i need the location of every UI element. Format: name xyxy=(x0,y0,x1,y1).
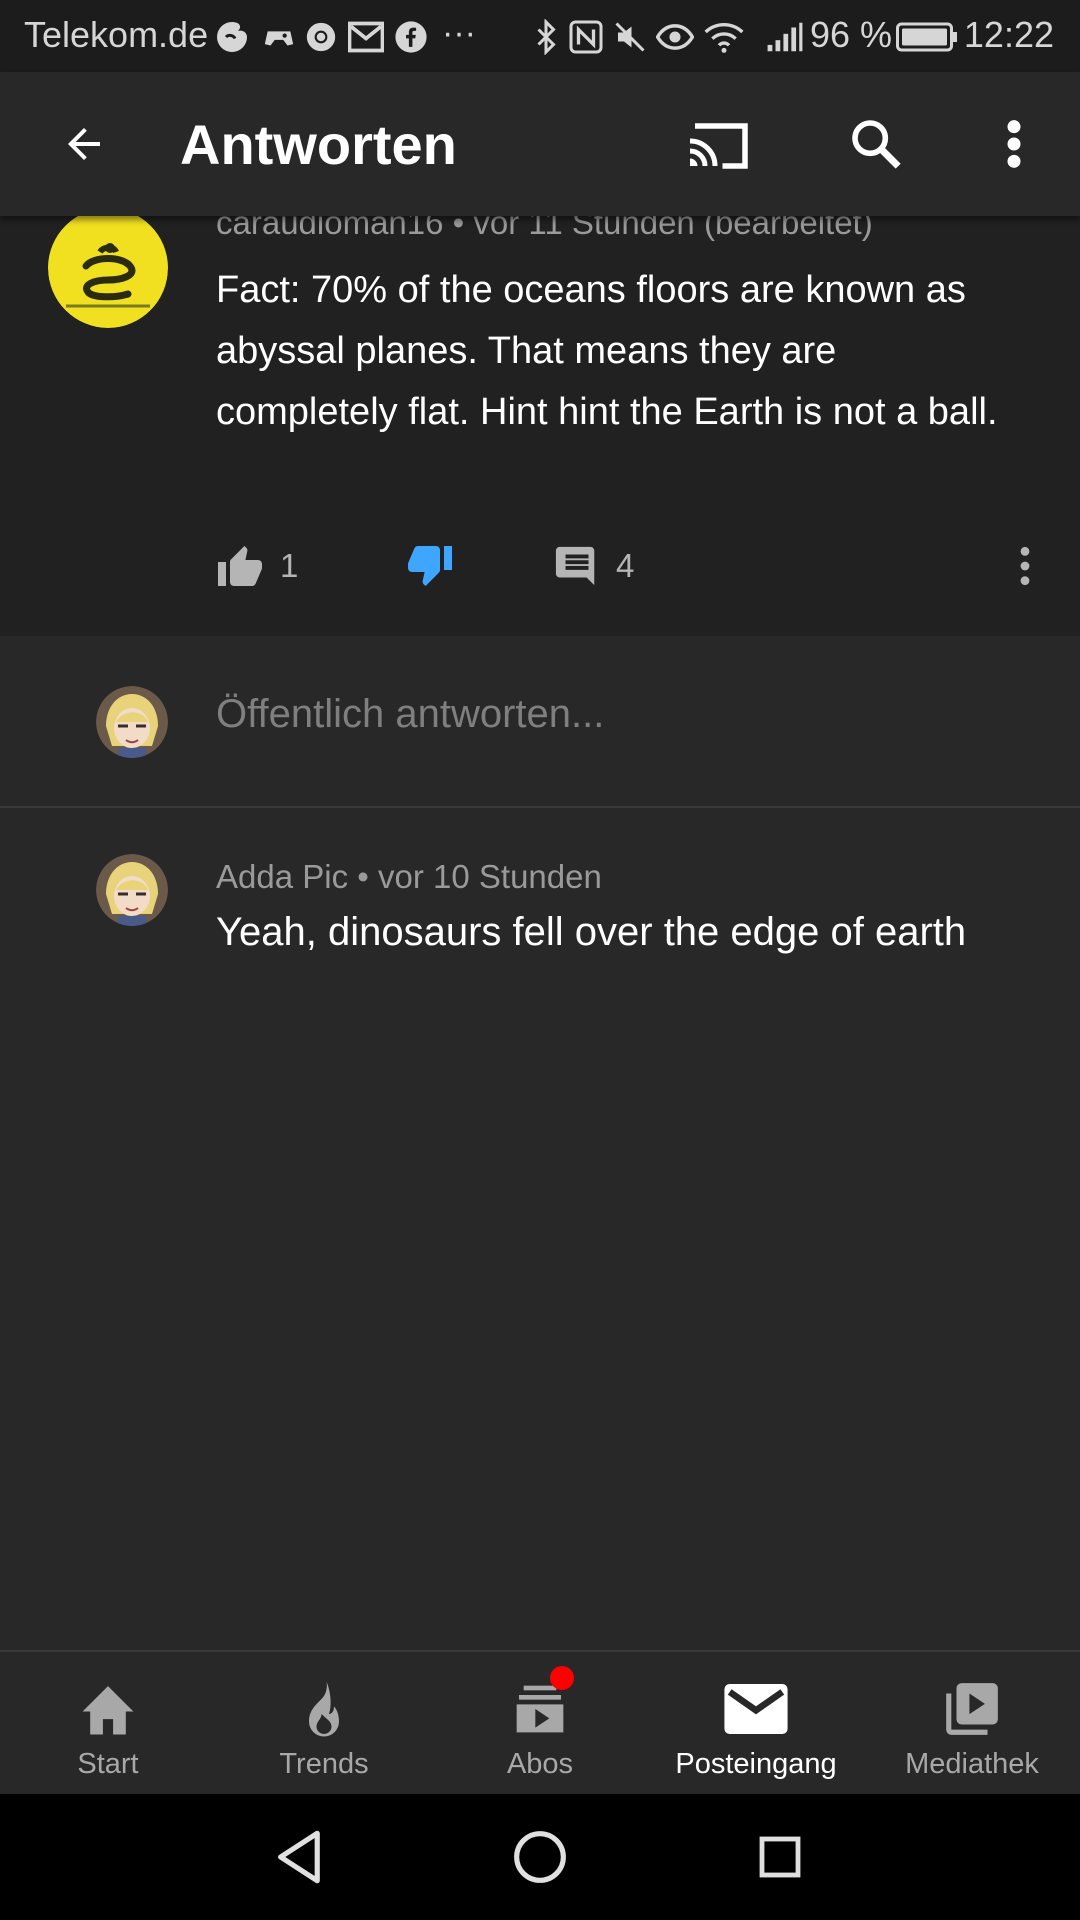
system-recents-button[interactable] xyxy=(740,1822,820,1892)
comment-icon xyxy=(555,546,595,586)
eye-icon xyxy=(656,18,694,56)
comment-actions: 1 4 xyxy=(216,536,1036,596)
nav-abos[interactable]: Abos xyxy=(432,1652,648,1796)
nav-label: Start xyxy=(77,1748,139,1780)
reply-composer: Öffentlich antworten... xyxy=(0,636,1080,808)
mute-icon xyxy=(612,18,648,56)
status-bar: Telekom.de ··· 96 % 12:22 xyxy=(0,0,1080,72)
reply-meta: Adda Pic • vor 10 Stunden xyxy=(216,858,602,896)
reply-count-button[interactable]: 4 xyxy=(554,536,634,596)
nav-label: Trends xyxy=(279,1748,369,1780)
triangle-back-icon xyxy=(278,1830,320,1884)
gadsden-snake-icon xyxy=(48,216,168,328)
nav-label: Mediathek xyxy=(905,1748,1039,1780)
avatar[interactable] xyxy=(96,854,168,926)
clock: 12:22 xyxy=(963,14,1054,55)
public-reply-input[interactable]: Öffentlich antworten... xyxy=(216,692,1016,737)
anime-avatar-icon xyxy=(96,854,168,926)
nav-label: Posteingang xyxy=(675,1748,837,1780)
system-back-button[interactable] xyxy=(260,1822,340,1892)
bottom-navigation: Start Trends Abos Posteingang Mediathek xyxy=(0,1650,1080,1796)
reply-text: Yeah, dinosaurs fell over the edge of ea… xyxy=(216,910,967,954)
reply-time: vor 10 Stunden xyxy=(378,858,602,895)
more-vert-icon xyxy=(1020,546,1030,586)
reply-item: Adda Pic • vor 10 Stunden Yeah, dinosaur… xyxy=(0,808,1080,988)
wifi-icon xyxy=(704,18,744,56)
library-icon xyxy=(946,1683,998,1735)
chrome-icon xyxy=(304,18,338,56)
nav-trends[interactable]: Trends xyxy=(216,1652,432,1796)
swirl-icon xyxy=(214,18,250,56)
nfc-icon xyxy=(568,18,604,56)
circle-home-icon xyxy=(514,1831,566,1883)
avatar[interactable] xyxy=(48,216,168,328)
nav-label: Abos xyxy=(506,1748,574,1780)
nav-posteingang[interactable]: Posteingang xyxy=(648,1652,864,1796)
user-avatar xyxy=(96,686,168,758)
back-button[interactable] xyxy=(48,108,120,180)
parent-comment: caraudioman16 • vor 11 Stunden (bearbeit… xyxy=(0,204,1080,636)
reply-author[interactable]: Adda Pic xyxy=(216,858,348,895)
signal-icon xyxy=(766,18,804,56)
app-bar: Antworten xyxy=(0,72,1080,216)
game-icon xyxy=(262,18,296,56)
mail-icon xyxy=(724,1684,788,1734)
home-icon xyxy=(82,1686,134,1735)
meta-separator: • xyxy=(357,858,369,895)
thumbs-down-icon xyxy=(408,546,452,586)
dislike-button[interactable] xyxy=(406,536,454,596)
facebook-icon xyxy=(394,18,428,56)
like-button[interactable]: 1 xyxy=(216,536,298,596)
back-arrow-icon xyxy=(68,128,100,160)
anime-avatar-icon xyxy=(96,686,168,758)
reply-count: 4 xyxy=(616,547,635,584)
page-title: Antworten xyxy=(180,113,457,176)
carrier-name: Telekom.de xyxy=(24,14,209,55)
like-count: 1 xyxy=(280,547,299,584)
search-icon xyxy=(852,120,901,169)
nav-start[interactable]: Start xyxy=(0,1652,216,1796)
cast-icon xyxy=(689,123,748,169)
nav-mediathek[interactable]: Mediathek xyxy=(864,1652,1080,1796)
flame-icon xyxy=(309,1681,339,1737)
system-navigation-bar xyxy=(0,1794,1080,1920)
cast-button[interactable] xyxy=(680,110,760,182)
square-recents-icon xyxy=(759,1836,801,1878)
thumbs-up-icon xyxy=(218,546,262,586)
notification-badge xyxy=(550,1666,574,1690)
battery-icon xyxy=(896,18,958,56)
comment-text: Fact: 70% of the oceans floors are known… xyxy=(216,269,998,433)
comment-more-button[interactable] xyxy=(1010,536,1040,596)
more-options-button[interactable] xyxy=(990,108,1038,180)
system-home-button[interactable] xyxy=(500,1822,580,1892)
bluetooth-icon xyxy=(532,18,560,56)
battery-percent: 96 % xyxy=(810,14,893,55)
more-notifications: ··· xyxy=(442,14,476,52)
search-button[interactable] xyxy=(840,108,912,180)
more-vert-icon xyxy=(1007,120,1021,168)
gmail-icon xyxy=(348,18,384,56)
